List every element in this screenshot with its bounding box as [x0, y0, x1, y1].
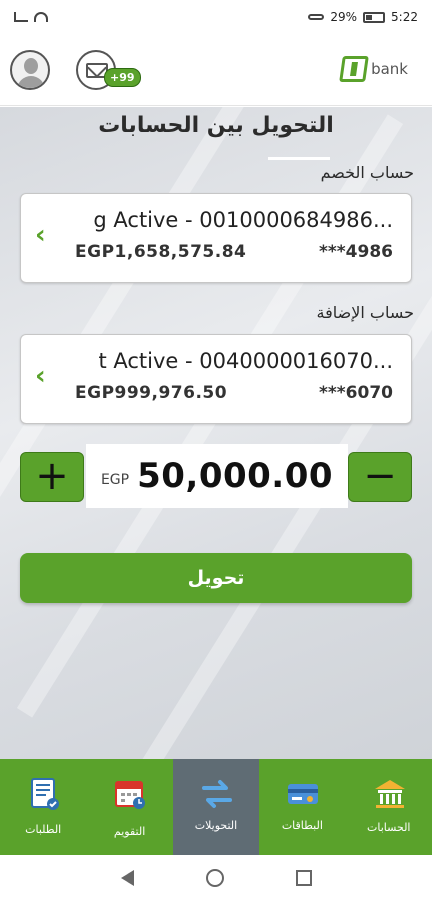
battery-icon — [363, 11, 386, 23]
amount-value: 50,000.00 — [137, 456, 334, 496]
cards-icon — [288, 784, 319, 804]
back-icon[interactable] — [120, 869, 134, 886]
to-account-balance: EGP999,976.50 — [75, 383, 228, 403]
calendar-icon — [115, 781, 146, 809]
profile-avatar[interactable] — [10, 50, 50, 90]
amount-field[interactable]: EGP 50,000.00 — [86, 444, 348, 508]
accounts-icon — [374, 780, 405, 808]
transfers-icon — [201, 780, 232, 808]
bottom-nav: الطلبات التقويم التحويلات البطاقات الحسا… — [0, 759, 432, 855]
chevron-left-icon: ‹ — [35, 361, 46, 391]
chevron-left-icon: ‹ — [35, 220, 46, 250]
wifi-icon — [34, 12, 48, 22]
transfer-screen: التحويل بين الحسابات حساب الخصم ‹ g Acti… — [0, 107, 432, 759]
nav-item-accounts[interactable]: الحسابات — [346, 759, 432, 855]
from-account-label: حساب الخصم — [320, 163, 414, 182]
nav-label-cards: البطاقات — [281, 819, 323, 832]
status-bar: 29% 5:22 — [0, 0, 432, 34]
to-account-name: t Active - 0040000016070... — [98, 349, 393, 373]
transfer-button[interactable]: تحويل — [20, 553, 412, 603]
from-account-name: g Active - 0010000684986... — [93, 208, 393, 232]
app-header: bank — [0, 34, 432, 106]
nav-item-requests[interactable]: الطلبات — [0, 759, 86, 855]
nav-label-calendar: التقويم — [113, 825, 146, 838]
nav-item-cards[interactable]: البطاقات — [259, 759, 345, 855]
clock: 5:22 — [391, 10, 418, 24]
to-account-number: ***6070 — [319, 383, 393, 403]
from-account-number: ***4986 — [319, 242, 393, 262]
to-account-card[interactable]: ‹ t Active - 0040000016070... EGP999,976… — [20, 334, 412, 424]
nav-label-requests: الطلبات — [25, 823, 62, 836]
key-icon — [308, 14, 325, 20]
title-underline — [268, 157, 330, 160]
system-nav-bar — [0, 855, 432, 900]
nav-item-transfers[interactable]: التحويلات — [172, 759, 260, 855]
increase-amount-button[interactable]: + — [20, 452, 84, 502]
from-account-balance: EGP1,658,575.84 — [75, 242, 247, 262]
recent-apps-icon[interactable] — [295, 869, 312, 886]
home-icon[interactable] — [205, 868, 224, 887]
nav-label-accounts: الحسابات — [367, 821, 411, 834]
logo-text: bank — [371, 60, 408, 78]
bank-logo: bank — [339, 56, 408, 82]
nav-label-transfers: التحويلات — [194, 819, 238, 832]
logo-mark-icon — [339, 56, 369, 82]
decrease-amount-button[interactable]: − — [348, 452, 412, 502]
signal-icon — [14, 12, 28, 22]
user-head-icon — [24, 58, 38, 74]
battery-percent: 29% — [330, 10, 358, 24]
user-body-icon — [17, 76, 45, 88]
from-account-card[interactable]: ‹ g Active - 0010000684986... EGP1,658,5… — [20, 193, 412, 283]
to-account-label: حساب الإضافة — [316, 303, 414, 322]
inbox-count-badge: +99 — [104, 68, 141, 87]
amount-currency: EGP — [100, 472, 130, 488]
nav-item-calendar[interactable]: التقويم — [86, 759, 172, 855]
requests-icon — [31, 778, 59, 810]
page-title: التحويل بين الحسابات — [98, 113, 334, 138]
